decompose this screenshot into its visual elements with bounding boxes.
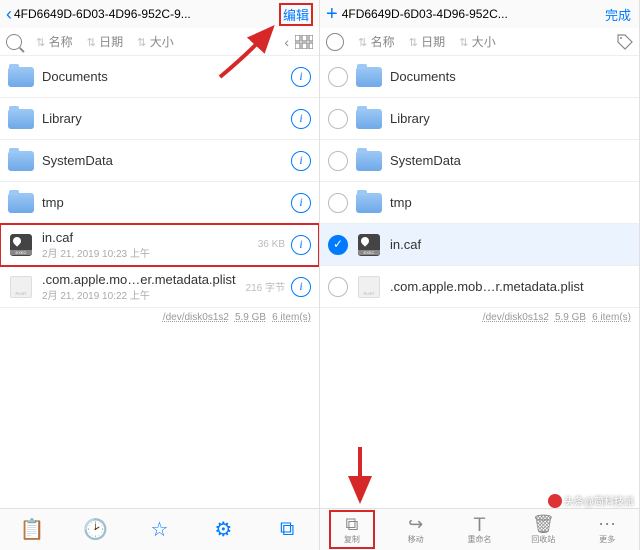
file-list-right: Documents Library SystemData tmp in.caf xyxy=(320,56,639,508)
pane-right: + 4FD6649D-6D03-4D96-952C... 完成 ⇅ 名称 ⇅ 日… xyxy=(320,0,640,550)
toolbar-more[interactable]: ⋯更多 xyxy=(582,514,632,545)
footer-info: /dev/disk0s1s25.9 GB6 item(s) xyxy=(320,308,639,327)
folder-icon xyxy=(356,108,382,130)
topbar-left: ‹ 4FD6649D-6D03-4D96-952C-9... 编辑 xyxy=(0,0,319,28)
select-circle[interactable] xyxy=(328,277,348,297)
back-icon[interactable]: ‹ xyxy=(6,4,12,25)
folder-row[interactable]: SystemData xyxy=(320,140,639,182)
folder-icon xyxy=(8,66,34,88)
toolbar-history[interactable]: 🕑 xyxy=(68,520,123,540)
sort-size[interactable]: 大小 xyxy=(472,35,496,49)
footer-info: /dev/disk0s1s25.9 GB6 item(s) xyxy=(0,308,319,327)
sort-date[interactable]: 日期 xyxy=(99,35,123,49)
toolbar-right: ⧉复制 ↪移动 Ｔ重命名 🗑回收站 ⋯更多 xyxy=(320,508,639,550)
folder-icon xyxy=(356,66,382,88)
folder-icon xyxy=(8,108,34,130)
sort-name[interactable]: 名称 xyxy=(49,35,73,49)
title-right: 4FD6649D-6D03-4D96-952C... xyxy=(342,7,603,21)
view-grid-icon[interactable] xyxy=(295,35,313,49)
file-row-incaf[interactable]: in.caf2月 21, 2019 10:23 上午 36 KB i xyxy=(0,224,319,266)
info-icon[interactable]: i xyxy=(291,151,311,171)
folder-icon xyxy=(8,192,34,214)
file-row[interactable]: .com.apple.mob…r.metadata.plist xyxy=(320,266,639,308)
folder-icon xyxy=(8,150,34,172)
toolbar-rename[interactable]: Ｔ重命名 xyxy=(454,514,504,545)
folder-icon xyxy=(356,192,382,214)
info-icon[interactable]: i xyxy=(291,109,311,129)
toolbar-favorite[interactable]: ☆ xyxy=(132,520,187,540)
search-icon[interactable] xyxy=(6,34,22,50)
plist-icon xyxy=(356,276,382,298)
select-circle[interactable] xyxy=(328,193,348,213)
toolbar-clipboard[interactable]: 📋 xyxy=(4,520,59,540)
watermark: 头条@简科技派 xyxy=(548,493,634,508)
folder-row[interactable]: Library i xyxy=(0,98,319,140)
sortbar-left: ⇅ 名称 ⇅ 日期 ⇅ 大小 ‹ xyxy=(0,28,319,56)
folder-icon xyxy=(356,150,382,172)
toolbar-copy[interactable]: ⧉复制 xyxy=(327,514,377,545)
info-icon[interactable]: i xyxy=(291,67,311,87)
select-circle[interactable] xyxy=(328,151,348,171)
sort-date[interactable]: 日期 xyxy=(421,35,445,49)
exec-icon xyxy=(356,234,382,256)
folder-row[interactable]: tmp i xyxy=(0,182,319,224)
exec-icon xyxy=(8,234,34,256)
file-row[interactable]: .com.apple.mo…er.metadata.plist2月 21, 20… xyxy=(0,266,319,308)
toolbar-move[interactable]: ↪移动 xyxy=(391,514,441,545)
toolbar-trash[interactable]: 🗑回收站 xyxy=(518,514,568,545)
watermark-avatar xyxy=(548,494,562,508)
sortbar-right: ⇅ 名称 ⇅ 日期 ⇅ 大小 xyxy=(320,28,639,56)
toolbar-left: 📋 🕑 ☆ ⚙ ⧉ xyxy=(0,508,319,550)
select-circle-checked[interactable] xyxy=(328,235,348,255)
sort-name[interactable]: 名称 xyxy=(371,35,395,49)
folder-row[interactable]: tmp xyxy=(320,182,639,224)
folder-row[interactable]: Documents i xyxy=(0,56,319,98)
sort-size[interactable]: 大小 xyxy=(150,35,174,49)
folder-row[interactable]: Documents xyxy=(320,56,639,98)
plist-icon xyxy=(8,276,34,298)
done-button[interactable]: 完成 xyxy=(603,5,633,24)
folder-row[interactable]: Library xyxy=(320,98,639,140)
select-circle[interactable] xyxy=(328,67,348,87)
info-icon[interactable]: i xyxy=(291,193,311,213)
file-row-incaf[interactable]: in.caf xyxy=(320,224,639,266)
toolbar-settings[interactable]: ⚙ xyxy=(196,520,251,540)
select-circle[interactable] xyxy=(328,109,348,129)
title-left: 4FD6649D-6D03-4D96-952C-9... xyxy=(14,7,279,21)
topbar-right: + 4FD6649D-6D03-4D96-952C... 完成 xyxy=(320,0,639,28)
toolbar-copy[interactable]: ⧉ xyxy=(260,520,315,540)
tag-icon[interactable] xyxy=(617,34,633,50)
edit-button[interactable]: 编辑 xyxy=(279,3,313,26)
info-icon[interactable]: i xyxy=(291,277,311,297)
select-all-icon[interactable] xyxy=(326,33,344,51)
file-list-left: Documents i Library i SystemData i tmp i… xyxy=(0,56,319,508)
folder-row[interactable]: SystemData i xyxy=(0,140,319,182)
info-icon[interactable]: i xyxy=(291,235,311,255)
add-icon[interactable]: + xyxy=(326,3,338,26)
chevron-left-icon[interactable]: ‹ xyxy=(284,34,289,50)
pane-left: ‹ 4FD6649D-6D03-4D96-952C-9... 编辑 ⇅ 名称 ⇅… xyxy=(0,0,320,550)
